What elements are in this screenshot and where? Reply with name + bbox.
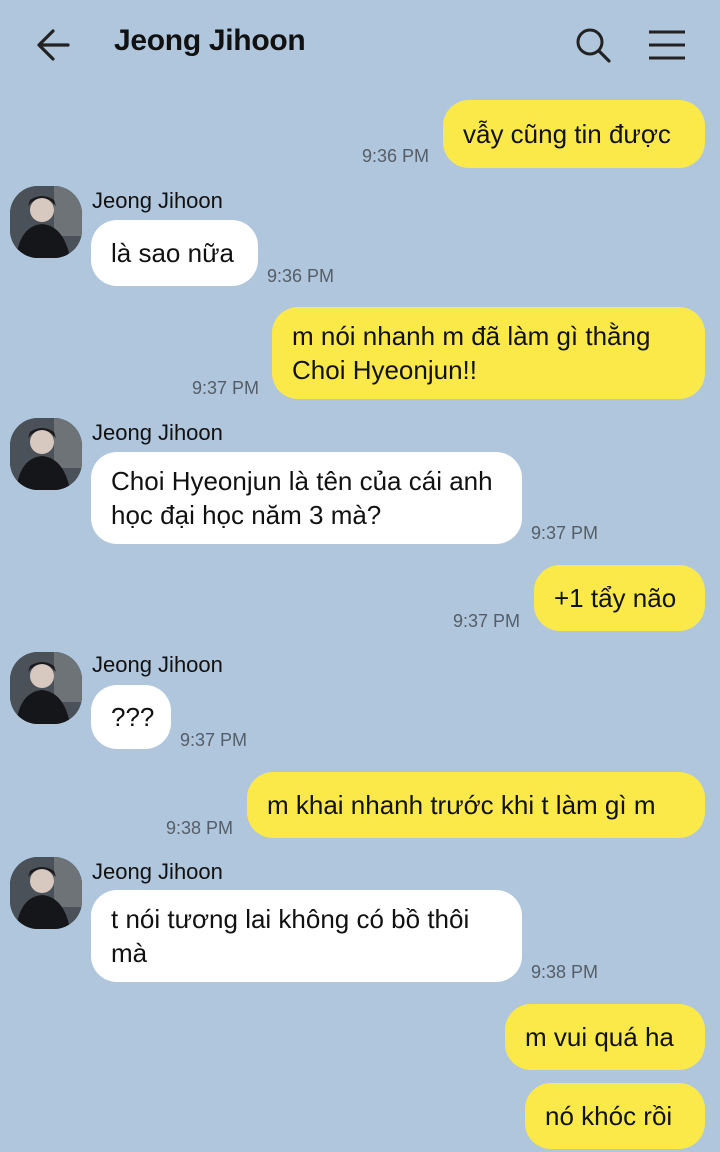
avatar[interactable] (10, 857, 82, 929)
avatar[interactable] (10, 186, 82, 258)
message-text: Choi Hyeonjun là tên của cái anh học đại… (111, 466, 493, 530)
message-time: 9:37 PM (192, 378, 260, 398)
back-button[interactable] (34, 24, 76, 66)
message-time: 9:37 PM (180, 730, 248, 750)
sender-name: Jeong Jihoon (92, 420, 223, 445)
avatar[interactable] (10, 652, 82, 724)
profile-photo (10, 857, 82, 929)
profile-photo (10, 186, 82, 258)
outgoing-message-bubble[interactable]: m nói nhanh m đã làm gì thằng Choi Hyeon… (272, 307, 705, 399)
message-text: +1 tẩy não (554, 583, 677, 613)
message-time: 9:36 PM (362, 146, 430, 166)
incoming-message-bubble[interactable]: là sao nữa (91, 220, 258, 286)
message-text: là sao nữa (111, 238, 234, 268)
incoming-message-bubble[interactable]: Choi Hyeonjun là tên của cái anh học đại… (91, 452, 522, 544)
message-time: 9:38 PM (531, 962, 599, 982)
hamburger-menu-icon (649, 30, 685, 60)
search-button[interactable] (574, 26, 612, 64)
menu-button[interactable] (646, 26, 688, 64)
incoming-message-bubble[interactable]: ??? (91, 685, 171, 749)
message-time: 9:37 PM (531, 523, 599, 543)
message-text: vẫy cũng tin được (463, 119, 671, 149)
message-time: 9:36 PM (267, 266, 335, 286)
outgoing-message-bubble[interactable]: m vui quá ha (505, 1004, 705, 1070)
sender-name: Jeong Jihoon (92, 188, 223, 213)
incoming-message-bubble[interactable]: t nói tương lai không có bồ thôi mà (91, 890, 522, 982)
sender-name: Jeong Jihoon (92, 652, 223, 677)
arrow-left-icon (37, 29, 70, 61)
message-text: ??? (111, 702, 155, 732)
chat-screen: Jeong Jihoon vẫy cũng tin được 9:36 PM J… (0, 0, 720, 1152)
profile-photo (10, 418, 82, 490)
outgoing-message-bubble[interactable]: +1 tẩy não (534, 565, 705, 631)
outgoing-message-bubble[interactable]: m khai nhanh trước khi t làm gì m (247, 772, 705, 838)
message-time: 9:38 PM (166, 818, 234, 838)
avatar[interactable] (10, 418, 82, 490)
message-text: m vui quá ha (525, 1022, 674, 1052)
profile-photo (10, 652, 82, 724)
message-text: m nói nhanh m đã làm gì thằng Choi Hyeon… (292, 321, 651, 385)
chat-header: Jeong Jihoon (0, 0, 720, 90)
message-text: t nói tương lai không có bồ thôi mà (111, 904, 470, 968)
page-title: Jeong Jihoon (114, 24, 306, 57)
message-text: nó khóc rồi (545, 1101, 673, 1131)
outgoing-message-bubble[interactable]: nó khóc rồi (525, 1083, 705, 1149)
outgoing-message-bubble[interactable]: vẫy cũng tin được (443, 100, 705, 168)
search-icon (576, 28, 611, 63)
sender-name: Jeong Jihoon (92, 859, 223, 884)
message-text: m khai nhanh trước khi t làm gì m (267, 790, 656, 820)
message-time: 9:37 PM (453, 611, 521, 631)
